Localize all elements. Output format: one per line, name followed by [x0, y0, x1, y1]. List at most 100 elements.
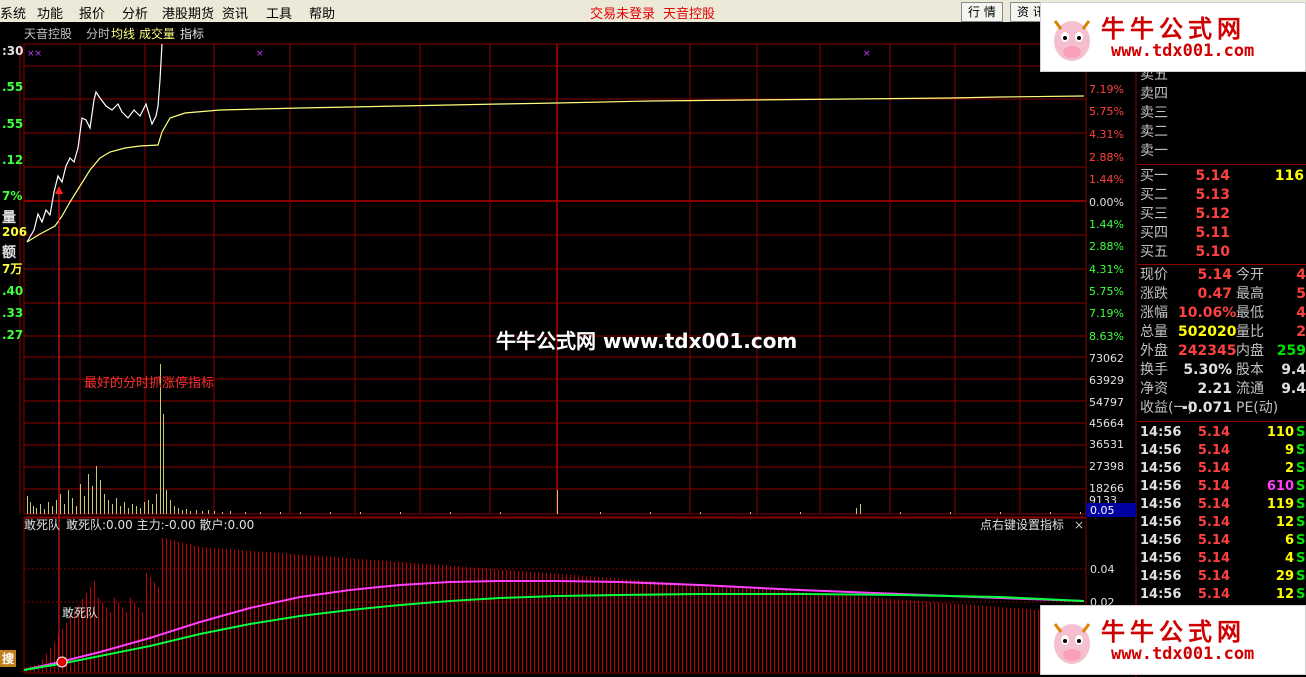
search-button[interactable]: 搜: [0, 650, 17, 667]
tick-side: S: [1296, 425, 1306, 440]
ad-banner-top[interactable]: 牛牛公式网 www.tdx001.com: [1040, 2, 1306, 72]
indicator-bar: [506, 569, 507, 672]
indicator-bar: [586, 575, 587, 672]
stat-value: 5: [1296, 286, 1306, 302]
volume-bar: [112, 504, 113, 514]
buy-level-price: 5.11: [1195, 225, 1230, 241]
volume-bar: [222, 512, 223, 514]
indicator-close-icon[interactable]: ×: [1074, 518, 1084, 532]
tick-volume: 12: [1275, 587, 1294, 602]
volume-bar: [860, 504, 861, 514]
volume-bar: [214, 511, 215, 514]
indicator-bar: [930, 601, 931, 672]
indicator-bar: [290, 553, 291, 672]
volume-bar: [557, 490, 558, 514]
chart-tab-avg[interactable]: 均线: [111, 27, 135, 41]
volume-bar: [856, 508, 857, 514]
indicator-bar: [130, 597, 131, 672]
left-axis-vol-label: 量: [2, 210, 16, 226]
indicator-bar: [810, 592, 811, 672]
percent-axis-label: 4.31%: [1089, 263, 1124, 276]
indicator-bar: [442, 565, 443, 672]
indicator-bar: [186, 543, 187, 672]
indicator-bar: [494, 569, 495, 672]
buy-level-row[interactable]: 买五 5.10: [1138, 243, 1306, 262]
indicator-bar: [542, 572, 543, 672]
tick-time: 14:56: [1140, 587, 1182, 602]
buy-level-price: 5.14: [1195, 168, 1230, 184]
tick-time: 14:56: [1140, 497, 1182, 512]
menu-system[interactable]: 系统: [0, 3, 26, 22]
percent-axis-label: 4.31%: [1089, 128, 1124, 141]
indicator-bar: [1034, 609, 1035, 672]
volume-bar: [60, 494, 61, 514]
percent-axis-label: 0.00%: [1089, 196, 1124, 209]
indicator-bar: [758, 588, 759, 672]
menu-tools[interactable]: 工具: [266, 3, 292, 22]
indicator-settings-hint[interactable]: 点右键设置指标: [980, 517, 1064, 532]
menu-help[interactable]: 帮助: [309, 3, 335, 22]
left-axis-time: :30: [2, 44, 24, 58]
indicator-bar: [522, 571, 523, 672]
stat-label: 今开: [1236, 267, 1264, 283]
chart-tab-indicator[interactable]: 指标: [180, 26, 204, 41]
indicator-signal-label: 敢死队: [62, 605, 98, 620]
indicator-bar: [406, 562, 407, 672]
indicator-bar: [94, 581, 95, 672]
ad-banner-bottom[interactable]: 牛牛公式网 www.tdx001.com: [1040, 605, 1306, 675]
chart-tab-time[interactable]: 分时: [86, 27, 110, 41]
indicator-bar: [786, 590, 787, 672]
buy-level-row[interactable]: 买三 5.12: [1138, 205, 1306, 224]
indicator-bar: [410, 562, 411, 672]
indicator-bar: [994, 606, 995, 672]
indicator-name[interactable]: 敢死队: [24, 517, 60, 532]
indicator-bar: [670, 582, 671, 672]
indicator-bar: [558, 573, 559, 672]
sell-level-row[interactable]: 卖一: [1138, 142, 1306, 161]
menu-quote[interactable]: 报价: [79, 3, 105, 22]
volume-bar: [450, 512, 451, 514]
indicator-bar: [578, 575, 579, 672]
watermark-text: 牛牛公式网 www.tdx001.com: [496, 329, 798, 353]
tab-quote[interactable]: 行 情: [961, 2, 1003, 22]
indicator-bar: [338, 557, 339, 672]
percent-axis-label: 7.19%: [1089, 83, 1124, 96]
indicator-bar: [310, 555, 311, 672]
stat-value: 9.4: [1281, 381, 1306, 397]
indicator-bar: [706, 584, 707, 672]
indicator-bar: [374, 560, 375, 672]
chart-tab-volume[interactable]: 成交量: [139, 26, 175, 41]
indicator-bar: [362, 559, 363, 672]
indicator-bar: [350, 558, 351, 672]
left-axis-amount-label: 额: [2, 245, 16, 261]
indicator-bar: [474, 567, 475, 672]
sell-level-row[interactable]: 卖四: [1138, 85, 1306, 104]
volume-bar: [52, 506, 53, 514]
indicator-bar: [718, 585, 719, 672]
menu-function[interactable]: 功能: [37, 3, 63, 22]
tick-side: S: [1296, 569, 1306, 584]
indicator-bar: [598, 576, 599, 672]
sell-level-row[interactable]: 卖二: [1138, 123, 1306, 142]
buy-level-label: 买一: [1140, 168, 1168, 184]
tick-volume: 29: [1275, 569, 1294, 584]
indicator-bar: [830, 594, 831, 672]
buy-level-label: 买三: [1140, 206, 1168, 222]
buy-level-row[interactable]: 买二 5.13: [1138, 186, 1306, 205]
indicator-bar: [666, 581, 667, 672]
indicator-bar: [86, 593, 87, 672]
sell-level-label: 卖一: [1140, 143, 1168, 159]
menu-hk-futures[interactable]: 港股期货: [162, 3, 214, 22]
indicator-bar: [422, 563, 423, 672]
buy-level-row[interactable]: 买一 5.14 116: [1138, 167, 1306, 186]
menu-info[interactable]: 资讯: [222, 3, 248, 22]
volume-bar: [104, 494, 105, 514]
menu-analysis[interactable]: 分析: [122, 3, 148, 22]
login-status[interactable]: 交易未登录: [590, 3, 655, 22]
buy-level-row[interactable]: 买四 5.11: [1138, 224, 1306, 243]
indicator-bar: [806, 592, 807, 672]
stat-label: 换手: [1140, 362, 1168, 378]
indicator-bar: [1026, 608, 1027, 672]
volume-bar: [30, 502, 31, 514]
sell-level-row[interactable]: 卖三: [1138, 104, 1306, 123]
